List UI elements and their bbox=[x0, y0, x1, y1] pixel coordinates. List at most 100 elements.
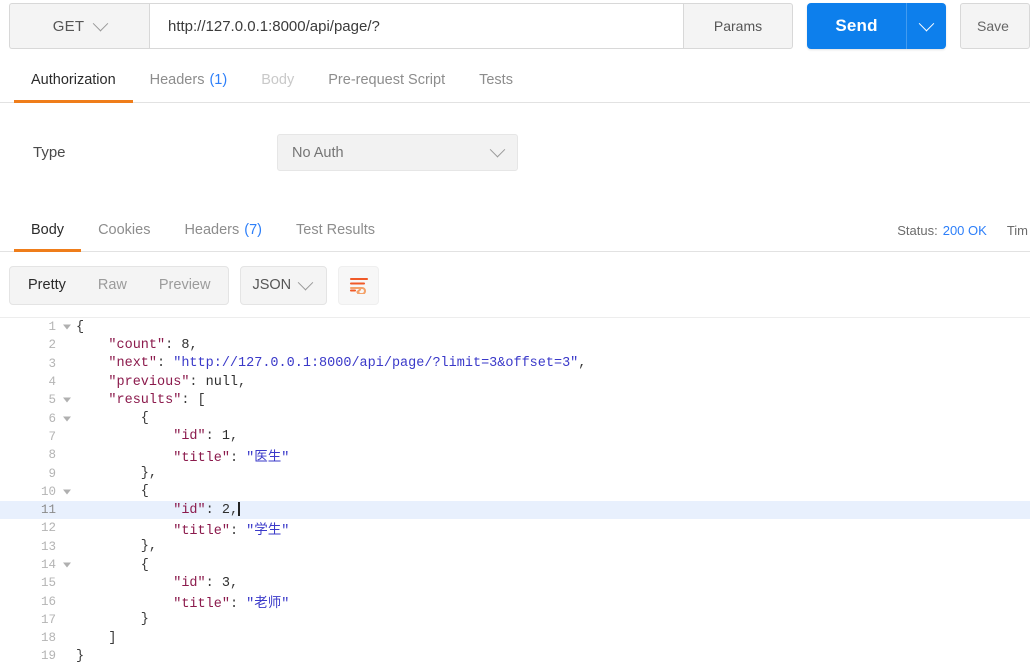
code-token: "id" bbox=[173, 429, 206, 445]
code-line[interactable]: 16 "title": "老师" bbox=[0, 591, 1030, 613]
code-token: } bbox=[76, 612, 149, 628]
line-number: 1 bbox=[0, 318, 71, 336]
tab-label: Headers bbox=[149, 72, 205, 88]
code-content: "id": 1, bbox=[60, 429, 238, 444]
response-toolbar: Pretty Raw Preview JSON bbox=[0, 253, 1030, 318]
tab-label: Authorization bbox=[31, 72, 116, 88]
view-mode-pretty[interactable]: Pretty bbox=[12, 268, 82, 303]
tab-count-badge: (7) bbox=[244, 221, 262, 238]
code-line[interactable]: 6 { bbox=[0, 409, 1030, 427]
tab-count-badge: (1) bbox=[209, 72, 228, 88]
code-content: "title": "老师" bbox=[60, 591, 289, 612]
code-line[interactable]: 17 } bbox=[0, 611, 1030, 629]
response-body-code-editor[interactable]: 1{2 "count": 8, 3 "next": "http://127.0.0… bbox=[0, 318, 1030, 669]
code-content: "next": "http://127.0.0.1:8000/api/page/… bbox=[60, 356, 586, 371]
code-line[interactable]: 3 "next": "http://127.0.0.1:8000/api/pag… bbox=[0, 355, 1030, 373]
tab-headers[interactable]: Headers (7) bbox=[167, 208, 279, 251]
request-url-input[interactable]: http://127.0.0.1:8000/api/page/? bbox=[149, 3, 683, 49]
auth-type-select[interactable]: No Auth bbox=[277, 134, 518, 171]
code-token: 1 bbox=[221, 429, 230, 445]
code-line[interactable]: 15 "id": 3, bbox=[0, 574, 1030, 592]
line-number: 15 bbox=[40, 576, 56, 591]
http-method-dropdown[interactable]: GET bbox=[9, 3, 149, 49]
code-line[interactable]: 19} bbox=[0, 647, 1030, 665]
code-token: } bbox=[76, 648, 85, 664]
code-token: , bbox=[238, 374, 247, 390]
line-number: 12 bbox=[40, 521, 56, 536]
code-line[interactable]: 9 }, bbox=[0, 464, 1030, 482]
params-button[interactable]: Params bbox=[683, 3, 793, 49]
tab-tests[interactable]: Tests bbox=[462, 58, 530, 102]
code-line[interactable]: 12 "title": "学生" bbox=[0, 519, 1030, 539]
tab-body[interactable]: Body bbox=[14, 208, 82, 252]
tab-cookies[interactable]: Cookies bbox=[81, 208, 167, 251]
code-token: }, bbox=[76, 539, 158, 555]
code-line[interactable]: 18 ] bbox=[0, 629, 1030, 647]
code-token: { bbox=[76, 319, 85, 335]
status-value: 200 OK bbox=[942, 222, 987, 238]
code-token: "id" bbox=[173, 575, 206, 591]
code-line[interactable]: 11 "id": 2, bbox=[0, 500, 1030, 520]
word-wrap-toggle[interactable] bbox=[338, 265, 380, 305]
code-content: }, bbox=[60, 539, 157, 554]
code-line[interactable]: 13 }, bbox=[0, 538, 1030, 556]
code-fold-toggle-icon[interactable] bbox=[63, 562, 71, 568]
code-fold-toggle-icon[interactable] bbox=[63, 397, 71, 403]
tab-label: Body bbox=[31, 221, 65, 238]
http-method-label: GET bbox=[52, 17, 85, 35]
code-line[interactable]: 10 { bbox=[0, 483, 1030, 501]
line-number: 2 bbox=[48, 338, 56, 353]
tab-label: Headers bbox=[184, 221, 240, 238]
tab-authorization[interactable]: Authorization bbox=[14, 58, 133, 103]
tab-label: Cookies bbox=[98, 221, 151, 238]
code-token: , bbox=[229, 575, 239, 591]
status-badge: Status: 200 OK bbox=[897, 223, 987, 238]
code-line[interactable]: 4 "previous": null, bbox=[0, 373, 1030, 391]
code-token: "id" bbox=[173, 503, 206, 519]
code-line[interactable]: 5 "results": [ bbox=[0, 391, 1030, 409]
code-token: "count" bbox=[108, 337, 166, 353]
line-number: 10 bbox=[0, 483, 71, 501]
code-fold-toggle-icon[interactable] bbox=[63, 489, 71, 495]
tab-pre-request-script[interactable]: Pre-request Script bbox=[311, 58, 462, 102]
code-token: 2 bbox=[221, 503, 230, 519]
code-line[interactable]: 1{ bbox=[0, 318, 1030, 336]
code-content: "title": "医生" bbox=[60, 445, 289, 466]
send-options-dropdown[interactable] bbox=[906, 3, 946, 49]
view-mode-raw[interactable]: Raw bbox=[82, 268, 143, 303]
chevron-down-icon bbox=[92, 15, 109, 31]
response-time-label: Tim bbox=[1006, 222, 1028, 238]
code-line[interactable]: 14 { bbox=[0, 556, 1030, 574]
auth-type-label: Type bbox=[33, 144, 66, 161]
response-view-mode-group: Pretty Raw Preview bbox=[9, 265, 230, 305]
tab-test-results[interactable]: Test Results bbox=[279, 208, 392, 251]
code-token: , bbox=[578, 356, 587, 372]
view-mode-preview[interactable]: Preview bbox=[143, 268, 227, 303]
status-label: Status: bbox=[897, 222, 938, 238]
line-number: 16 bbox=[40, 594, 56, 609]
tab-headers[interactable]: Headers (1) bbox=[133, 58, 245, 102]
text-cursor bbox=[238, 502, 240, 517]
code-line[interactable]: 2 "count": 8, bbox=[0, 336, 1030, 354]
line-number: 5 bbox=[0, 391, 71, 409]
code-content: "results": [ bbox=[60, 393, 205, 408]
send-button-group[interactable]: Send bbox=[807, 3, 946, 49]
save-button[interactable]: Save bbox=[960, 3, 1030, 49]
code-fold-toggle-icon[interactable] bbox=[63, 324, 71, 330]
code-line[interactable]: 8 "title": "医生" bbox=[0, 445, 1030, 466]
code-fold-toggle-icon[interactable] bbox=[63, 416, 71, 422]
code-content: { bbox=[60, 558, 149, 573]
tab-body: Body bbox=[244, 58, 311, 102]
line-number: 7 bbox=[48, 429, 56, 444]
code-token: : bbox=[157, 356, 174, 372]
tab-label: Test Results bbox=[296, 221, 375, 238]
code-content: "previous": null, bbox=[60, 375, 246, 390]
send-button[interactable]: Send bbox=[807, 3, 906, 49]
code-token: : bbox=[205, 575, 222, 591]
code-line[interactable]: 7 "id": 1, bbox=[0, 428, 1030, 446]
response-format-select[interactable]: JSON bbox=[240, 265, 328, 305]
code-token: , bbox=[229, 429, 239, 445]
